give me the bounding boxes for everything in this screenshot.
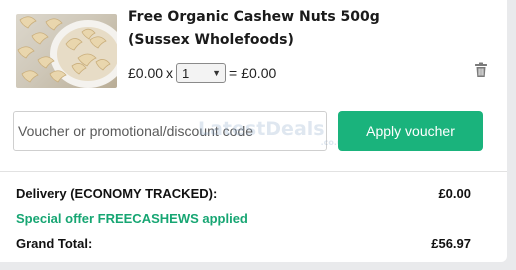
line-total: £0.00	[241, 65, 277, 81]
quantity-value: 1	[182, 65, 190, 81]
apply-voucher-button[interactable]: Apply voucher	[338, 111, 483, 151]
grand-total-label: Grand Total:	[16, 236, 93, 251]
equals-sign: =	[229, 65, 238, 81]
grand-total-value: £56.97	[431, 236, 471, 251]
trash-icon[interactable]	[474, 62, 488, 78]
price-row: £0.00 x 1 ▼ = £0.00	[128, 63, 276, 83]
special-offer-text: Special offer FREECASHEWS applied	[16, 211, 248, 226]
delivery-row: Delivery (ECONOMY TRACKED): £0.00	[16, 186, 471, 201]
special-offer-row: Special offer FREECASHEWS applied	[16, 211, 471, 226]
product-image	[16, 14, 117, 88]
product-title[interactable]: Free Organic Cashew Nuts 500g (Sussex Wh…	[128, 6, 428, 52]
divider	[0, 171, 507, 172]
times-sign: x	[166, 65, 174, 81]
basket-card: Free Organic Cashew Nuts 500g (Sussex Wh…	[0, 0, 507, 262]
delivery-label: Delivery (ECONOMY TRACKED):	[16, 186, 218, 201]
grand-total-row: Grand Total: £56.97	[16, 236, 471, 251]
quantity-select[interactable]: 1 ▼	[176, 63, 227, 83]
chevron-down-icon: ▼	[212, 68, 222, 78]
unit-price: £0.00	[128, 65, 164, 81]
voucher-code-input[interactable]	[13, 111, 327, 151]
delivery-value: £0.00	[438, 186, 471, 201]
